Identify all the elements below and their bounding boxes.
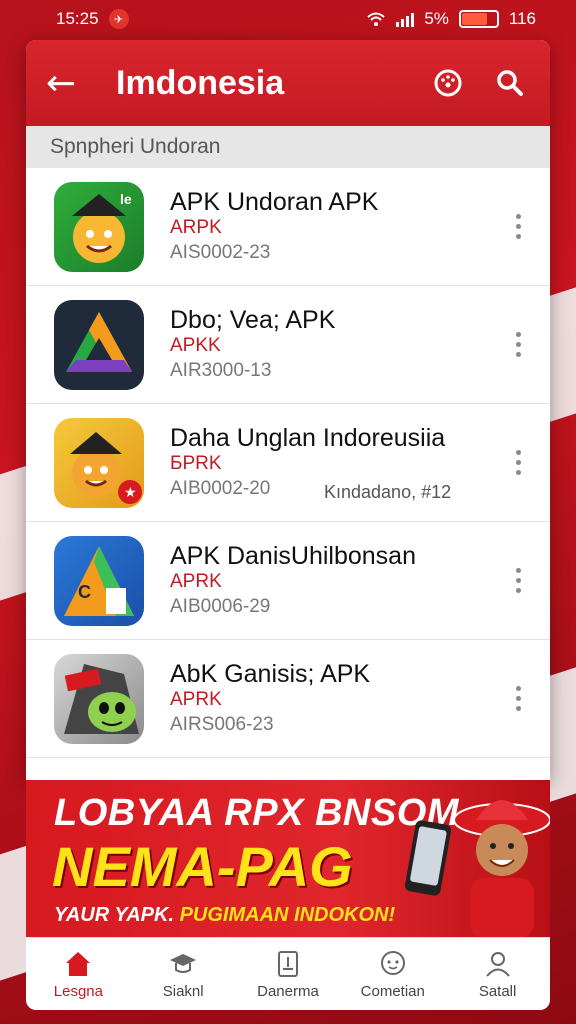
bottom-navigation: Lesgna Siaknl Danerma Cometian Satall — [26, 938, 550, 1010]
nav-label: Lesgna — [53, 982, 103, 1000]
status-bar: 15:25 ✈ 5% 116 — [0, 0, 576, 38]
list-item[interactable]: AbK Ganisis; APK APRK AIRS006-23 — [26, 640, 550, 758]
page-title: Imdonesia — [116, 63, 285, 102]
home-icon — [66, 951, 91, 976]
nav-item-documents[interactable]: Danerma — [238, 949, 338, 1000]
app-type: ARPK — [170, 216, 222, 238]
app-extra-info: Kındadano, #12 — [324, 482, 452, 502]
app-name: Daha Unglan Indoreusiia — [170, 423, 446, 452]
more-vert-icon[interactable] — [498, 450, 538, 475]
nav-label: Danerma — [257, 982, 319, 1000]
notification-icon: ✈ — [108, 9, 129, 29]
gauge-icon[interactable] — [428, 63, 468, 103]
banner-line-3a: YAUR YAPK. — [54, 904, 175, 926]
app-icon-cartoon: le — [54, 181, 144, 272]
app-icon-monster — [54, 653, 144, 744]
user-icon — [485, 951, 510, 977]
app-icon-triangle — [54, 299, 144, 390]
banner-line-1: LOBYAA RPX BNSOM — [54, 792, 459, 834]
app-code: AIB0006-29 — [170, 595, 271, 617]
status-time: 15:25 — [56, 9, 99, 28]
banner-line-3b: PUGIMAAN INDOKON! — [179, 904, 396, 926]
app-type: APRK — [170, 688, 222, 710]
battery-percent: 5% — [424, 9, 449, 28]
svg-text:le: le — [120, 191, 132, 207]
nav-item-school[interactable]: Siaknl — [133, 949, 233, 1000]
app-code: AIS0002-23 — [170, 241, 271, 263]
app-code: AIR3000-13 — [170, 359, 272, 381]
list-item[interactable]: C APK DanisUhilbonsan APRK AIB0006-29 — [26, 522, 550, 640]
app-icon-letter-a: C — [54, 535, 144, 626]
banner-line-2: NEMA-PAG — [52, 835, 353, 898]
app-name: APK Undoran APK — [170, 187, 379, 216]
list-item[interactable]: Dbo; Vea; APK APKK AIR3000-13 — [26, 286, 550, 404]
nav-item-home[interactable]: Lesgna — [28, 949, 128, 1000]
nav-label: Satall — [478, 982, 517, 1000]
search-icon[interactable] — [490, 63, 530, 103]
more-vert-icon[interactable] — [498, 686, 538, 711]
svg-text:C: C — [78, 582, 91, 602]
app-icon-cartoon-yellow: ★ — [54, 417, 144, 508]
app-type: APRK — [170, 570, 222, 592]
svg-text:★: ★ — [124, 485, 137, 501]
more-vert-icon[interactable] — [498, 568, 538, 593]
graduation-cap-icon — [170, 953, 197, 973]
signal-icon — [396, 11, 415, 27]
promo-banner[interactable]: LOBYAA RPX BNSOM NEMA-PAG YAUR YAPK. PUG… — [26, 780, 550, 938]
nav-label: Siaknl — [162, 982, 204, 1000]
app-type: APKK — [170, 334, 221, 356]
section-header: Spnpheri Undoran — [26, 126, 550, 168]
more-vert-icon[interactable] — [498, 332, 538, 357]
list-item[interactable]: ★ Daha Unglan Indoreusiia БPRK AIB0002-2… — [26, 404, 550, 522]
app-code: AIRS006-23 — [170, 713, 274, 735]
more-vert-icon[interactable] — [498, 214, 538, 239]
app-type: БPRK — [170, 452, 222, 474]
battery-icon — [458, 10, 499, 28]
arrow-left-icon[interactable]: ← — [46, 63, 96, 104]
list-item[interactable]: le APK Undoran APK ARPK AIS0002-23 — [26, 168, 550, 286]
mascot-illustration — [453, 800, 550, 938]
chat-icon — [380, 950, 405, 975]
app-name: AbK Ganisis; APK — [170, 659, 371, 688]
nav-label: Cometian — [360, 982, 425, 1000]
document-icon — [277, 950, 298, 977]
status-extra: 116 — [508, 9, 536, 28]
nav-item-profile[interactable]: Satall — [448, 949, 548, 1000]
nav-item-chat[interactable]: Cometian — [343, 949, 443, 1000]
wifi-icon — [367, 12, 385, 26]
banner-line-3: YAUR YAPK. PUGIMAAN INDOKON! — [54, 904, 395, 927]
main-card: ← Imdonesia Spnpheri Undoran le APK Undo… — [26, 40, 550, 780]
app-name: Dbo; Vea; APK — [170, 305, 336, 334]
app-name: APK DanisUhilbonsan — [170, 541, 416, 570]
app-bar: ← Imdonesia — [26, 40, 550, 126]
